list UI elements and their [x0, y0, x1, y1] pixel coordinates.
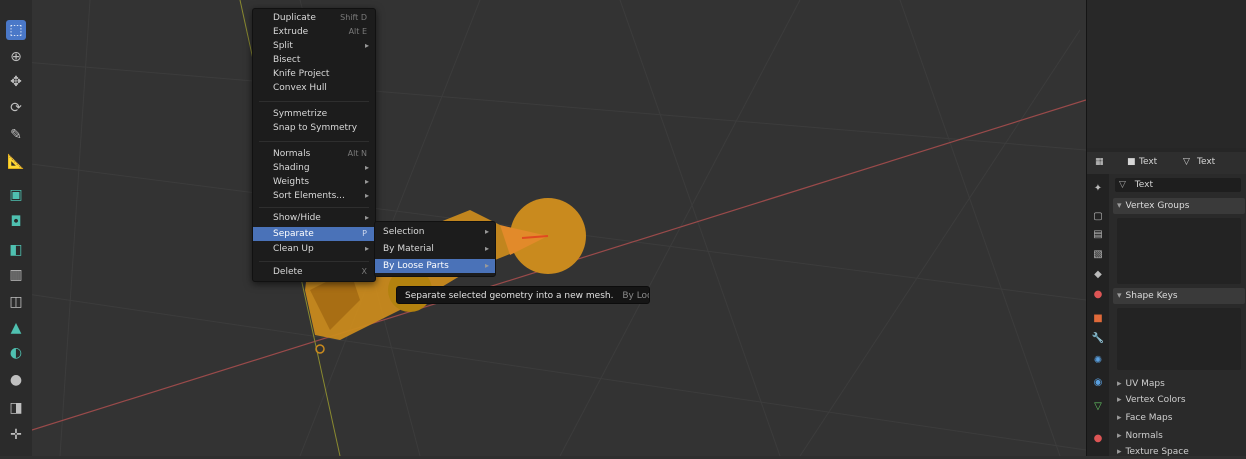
origin-point: [315, 344, 325, 354]
inset-icon[interactable]: ◘: [6, 212, 26, 232]
tool-shelf: ⬚ ⊕ ✥ ⟳ ✎ 📐 ▣ ◘ ◧ ▥ ◫ ▲ ◐ ● ◨ ✛: [0, 0, 32, 456]
panel-normals[interactable]: ▸ Normals: [1113, 430, 1245, 443]
submenu-arrow-icon: ▸: [364, 41, 369, 50]
scene-icon[interactable]: ◆: [1091, 268, 1105, 282]
chevron-right-icon: ▸: [484, 227, 489, 236]
viewport-grid: [0, 0, 1086, 456]
chevron-down-icon: ▾: [1117, 201, 1122, 211]
submenu-arrow-icon: ▸: [364, 177, 369, 186]
rotate-icon[interactable]: ⟳: [6, 98, 26, 118]
outliner[interactable]: [1087, 0, 1246, 148]
particles-icon[interactable]: ✺: [1091, 354, 1105, 368]
physics-icon[interactable]: ◉: [1091, 376, 1105, 390]
chevron-down-icon: ▾: [1117, 291, 1122, 301]
shape-keys-list[interactable]: [1117, 308, 1241, 370]
submenu-arrow-icon: ▸: [364, 191, 369, 200]
menu-item-separate[interactable]: Separate P: [253, 227, 375, 241]
panel-uv-maps[interactable]: ▸ UV Maps: [1113, 378, 1245, 391]
menu-item-extrude[interactable]: Extrude Alt E: [253, 25, 375, 39]
menu-item-knife-project[interactable]: Knife Project: [253, 67, 375, 81]
object-icon[interactable]: ■: [1091, 312, 1105, 326]
view-layer-icon[interactable]: ▧: [1091, 248, 1105, 262]
panel-texture-space[interactable]: ▸ Texture Space: [1113, 446, 1245, 459]
panel-shape-keys[interactable]: ▾ Shape Keys: [1113, 288, 1245, 304]
shear-icon[interactable]: ◨: [6, 398, 26, 418]
select-box-icon[interactable]: ⬚: [6, 20, 26, 40]
menu-separator: [259, 207, 369, 208]
edit-context-menu: Duplicate Shift D Extrude Alt E Split ▸ Bis…: [252, 8, 376, 282]
chevron-right-icon: ▸: [1117, 413, 1122, 423]
object-data-icon: ■: [1127, 157, 1136, 167]
properties-tabs: ✦ ▢ ▤ ▧ ◆ ● ■ 🔧 ✺ ◉ ▽ ●: [1087, 174, 1109, 456]
move-icon[interactable]: ✥: [6, 72, 26, 92]
3d-viewport[interactable]: ⬚ ⊕ ✥ ⟳ ✎ 📐 ▣ ◘ ◧ ▥ ◫ ▲ ◐ ● ◨ ✛ Duplicat…: [0, 0, 1086, 456]
modifier-icon[interactable]: 🔧: [1091, 332, 1105, 346]
menu-item-snap-to-symmetry[interactable]: Snap to Symmetry: [253, 121, 375, 135]
menu-item-normals[interactable]: Normals Alt N: [253, 147, 375, 161]
tooltip-python: By Loose Parts: [622, 291, 649, 301]
menu-separator: [259, 101, 369, 102]
menu-item-sort-elements[interactable]: Sort Elements... ▸: [253, 189, 375, 203]
menu-item-symmetrize[interactable]: Symmetrize: [253, 107, 375, 121]
submenu-item-by-material[interactable]: By Material ▸: [375, 242, 495, 256]
spin-icon[interactable]: ◐: [6, 343, 26, 363]
menu-item-clean-up[interactable]: Clean Up ▸: [253, 242, 375, 256]
chevron-right-icon: ▸: [484, 261, 489, 270]
menu-item-convex-hull[interactable]: Convex Hull: [253, 81, 375, 95]
menu-item-split[interactable]: Split ▸: [253, 39, 375, 53]
object-name: Text: [1139, 157, 1158, 167]
panel-vertex-colors[interactable]: ▸ Vertex Colors: [1113, 394, 1245, 407]
cursor-icon[interactable]: ⊕: [6, 47, 26, 67]
mesh-datablock-field[interactable]: ▽ Text: [1115, 178, 1241, 192]
menu-item-duplicate[interactable]: Duplicate Shift D: [253, 11, 375, 25]
right-sidebar: ▦ ■ Text ▽ Text ✦ ▢ ▤ ▧ ◆ ● ■ 🔧 ✺ ◉ ▽ ● …: [1086, 0, 1246, 459]
mesh-data-icon[interactable]: ▽: [1091, 400, 1105, 414]
menu-item-bisect[interactable]: Bisect: [253, 53, 375, 67]
tooltip: Separate selected geometry into a new me…: [396, 286, 650, 304]
tooltip-text: Separate selected geometry into a new me…: [405, 291, 614, 301]
pin-icon[interactable]: ✦: [1091, 182, 1105, 196]
separate-submenu: Selection ▸ By Material ▸ By Loose Parts ▸: [374, 221, 496, 277]
menu-separator: [259, 261, 369, 262]
data-name: Text: [1197, 157, 1216, 167]
properties-header: ▦ ■ Text ▽ Text: [1087, 152, 1246, 174]
chevron-right-icon: ▸: [484, 244, 489, 253]
measure-icon[interactable]: 📐: [6, 152, 26, 172]
submenu-item-by-loose-parts[interactable]: By Loose Parts ▸: [375, 259, 495, 273]
mesh-icon: ▽: [1119, 180, 1126, 190]
extrude-icon[interactable]: ▣: [6, 185, 26, 205]
chevron-right-icon: ▸: [1117, 395, 1122, 405]
submenu-item-selection[interactable]: Selection ▸: [375, 225, 495, 239]
submenu-arrow-icon: ▸: [364, 163, 369, 172]
panel-vertex-groups[interactable]: ▾ Vertex Groups: [1113, 198, 1245, 214]
rip-icon[interactable]: ✛: [6, 425, 26, 445]
world-icon[interactable]: ●: [1091, 288, 1105, 302]
vertex-groups-list[interactable]: [1117, 218, 1241, 284]
output-icon[interactable]: ▤: [1091, 228, 1105, 242]
menu-item-weights[interactable]: Weights ▸: [253, 175, 375, 189]
menu-item-show-hide[interactable]: Show/Hide ▸: [253, 211, 375, 225]
menu-item-delete[interactable]: Delete X: [253, 265, 375, 279]
render-icon[interactable]: ▢: [1091, 210, 1105, 224]
smooth-icon[interactable]: ●: [6, 370, 26, 390]
annotate-icon[interactable]: ✎: [6, 125, 26, 145]
submenu-arrow-icon: ▸: [364, 213, 369, 222]
properties-body: ▽ Text ▾ Vertex Groups ▾ Shape Keys ▸ UV Ma…: [1109, 174, 1246, 459]
mesh-icon: ▽: [1183, 157, 1190, 167]
chevron-right-icon: ▸: [1117, 379, 1122, 389]
panel-face-maps[interactable]: ▸ Face Maps: [1113, 412, 1245, 425]
loop-cut-icon[interactable]: ▥: [6, 265, 26, 285]
bevel-icon[interactable]: ◧: [6, 240, 26, 260]
menu-item-shading[interactable]: Shading ▸: [253, 161, 375, 175]
poly-build-icon[interactable]: ▲: [6, 318, 26, 338]
chevron-right-icon: ▸: [1117, 431, 1122, 441]
properties-editor-icon[interactable]: ▦: [1095, 157, 1104, 167]
menu-separator: [259, 141, 369, 142]
material-icon[interactable]: ●: [1091, 432, 1105, 446]
submenu-arrow-icon: ▸: [364, 244, 369, 253]
knife-icon[interactable]: ◫: [6, 292, 26, 312]
